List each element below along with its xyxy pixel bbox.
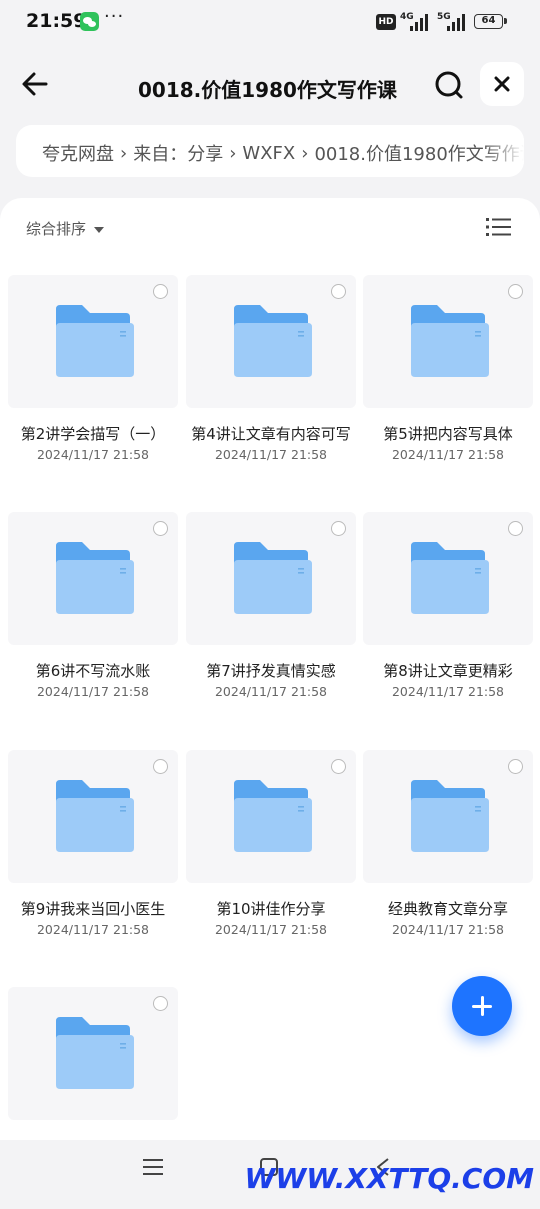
page-title: 0018.价值1980作文写作课 <box>138 78 397 102</box>
folder-name: 第5讲把内容写具体 <box>383 425 513 443</box>
folder-icon <box>56 542 134 614</box>
folder-thumbnail <box>8 512 178 645</box>
app-header: 0018.价值1980作文写作课 <box>0 56 540 116</box>
folder-date: 2024/11/17 21:58 <box>214 447 328 462</box>
signal-icon-2 <box>447 14 469 31</box>
folder-card[interactable]: 第6讲不写流水账 2024/11/17 21:58 <box>8 512 178 734</box>
folder-card[interactable]: 第10讲佳作分享 2024/11/17 21:58 <box>186 750 356 972</box>
folder-icon <box>234 780 312 852</box>
folder-icon <box>56 780 134 852</box>
select-radio[interactable] <box>331 521 346 536</box>
breadcrumb-fade <box>484 125 524 177</box>
sort-dropdown[interactable]: 综合排序 <box>26 218 105 239</box>
add-button[interactable] <box>452 976 512 1036</box>
folder-card[interactable]: 第8讲让文章更精彩 2024/11/17 21:58 <box>363 512 533 734</box>
folder-name: 经典教育文章分享 <box>387 900 508 918</box>
folder-date: 2024/11/17 21:58 <box>391 684 505 699</box>
arrow-left-icon <box>22 72 48 96</box>
folder-thumbnail <box>8 275 178 408</box>
sort-label: 综合排序 <box>26 220 87 238</box>
select-radio[interactable] <box>153 759 168 774</box>
folder-icon <box>411 305 489 377</box>
folder-date: 2024/11/17 21:58 <box>36 447 150 462</box>
wechat-icon <box>80 12 99 31</box>
select-radio[interactable] <box>331 759 346 774</box>
folder-name: 第4讲让文章有内容可写 <box>191 425 351 443</box>
folder-thumbnail <box>363 275 533 408</box>
folder-icon <box>234 542 312 614</box>
folder-date: 2024/11/17 21:58 <box>36 684 150 699</box>
folder-icon <box>56 305 134 377</box>
folder-date: 2024/11/17 21:58 <box>214 922 328 937</box>
breadcrumb-item-root[interactable]: 夸克网盘 <box>42 140 114 166</box>
signal-icon <box>410 14 432 31</box>
close-button[interactable] <box>480 62 524 106</box>
folder-date: 2024/11/17 21:58 <box>214 684 328 699</box>
select-radio[interactable] <box>153 996 168 1011</box>
folder-icon <box>411 542 489 614</box>
hd-voice-icon: HD <box>376 14 396 30</box>
recents-icon[interactable] <box>143 1158 163 1176</box>
select-radio[interactable] <box>508 284 523 299</box>
select-radio[interactable] <box>153 284 168 299</box>
folder-date: 2024/11/17 21:58 <box>391 447 505 462</box>
folder-name: 第2讲学会描写（一） <box>20 425 166 443</box>
folder-name: 第6讲不写流水账 <box>35 662 151 680</box>
folder-icon <box>411 780 489 852</box>
folder-thumbnail <box>363 512 533 645</box>
select-radio[interactable] <box>331 284 346 299</box>
folder-card[interactable]: 第2讲学会描写（一） 2024/11/17 21:58 <box>8 275 178 497</box>
more-notifications-icon: ··· <box>104 6 125 27</box>
status-time: 21:59 <box>26 10 87 32</box>
folder-thumbnail <box>363 750 533 883</box>
breadcrumb: 夸克网盘 › 来自：分享 › WXFX › 0018.价值1980作文写作课 <box>16 125 524 177</box>
close-icon <box>494 76 510 92</box>
watermark-text: WWW.XXTTQ.COM <box>244 1162 534 1195</box>
folder-thumbnail <box>186 750 356 883</box>
folder-icon <box>56 1017 134 1089</box>
breadcrumb-separator: › <box>301 142 309 164</box>
folder-name: 第7讲抒发真情实感 <box>206 662 336 680</box>
folder-thumbnail <box>186 512 356 645</box>
view-toggle-button[interactable] <box>486 216 512 238</box>
folder-date: 2024/11/17 21:58 <box>36 922 150 937</box>
select-radio[interactable] <box>508 521 523 536</box>
select-radio[interactable] <box>508 759 523 774</box>
folder-name: 第8讲让文章更精彩 <box>383 662 513 680</box>
select-radio[interactable] <box>153 521 168 536</box>
folder-card[interactable]: 第9讲我来当回小医生 2024/11/17 21:58 <box>8 750 178 972</box>
search-icon <box>435 71 463 99</box>
folder-thumbnail <box>8 750 178 883</box>
breadcrumb-separator: › <box>120 142 128 164</box>
folder-card[interactable]: 第4讲让文章有内容可写 2024/11/17 21:58 <box>186 275 356 497</box>
folder-thumbnail <box>186 275 356 408</box>
folder-card[interactable]: 第5讲把内容写具体 2024/11/17 21:58 <box>363 275 533 497</box>
folder-date: 2024/11/17 21:58 <box>391 922 505 937</box>
breadcrumb-item-wxfx[interactable]: WXFX <box>242 143 295 164</box>
battery-icon: 64 <box>474 14 507 29</box>
folder-icon <box>234 305 312 377</box>
folder-thumbnail <box>8 987 178 1120</box>
folder-name: 第10讲佳作分享 <box>216 900 326 918</box>
breadcrumb-item-share[interactable]: 来自：分享 <box>133 140 223 166</box>
folder-card[interactable]: 第7讲抒发真情实感 2024/11/17 21:58 <box>186 512 356 734</box>
list-view-icon <box>486 218 511 236</box>
caret-down-icon <box>94 226 105 233</box>
status-bar: 21:59 ··· HD 4G 5G 64 <box>0 0 540 44</box>
breadcrumb-separator: › <box>229 142 237 164</box>
search-button[interactable] <box>430 66 468 104</box>
folder-card[interactable]: 经典教育文章分享 2024/11/17 21:58 <box>363 750 533 972</box>
back-button[interactable] <box>18 66 54 102</box>
folder-name: 第9讲我来当回小医生 <box>20 900 166 918</box>
